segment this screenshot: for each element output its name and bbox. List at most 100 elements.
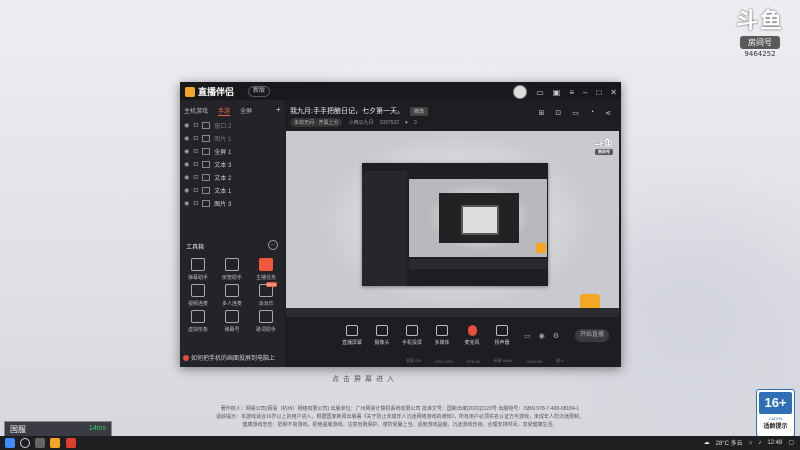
app-logo: 直播伴侣 [185,85,234,98]
tool-item[interactable]: 多人连麦 [217,284,247,307]
record-icon[interactable]: ▭ [524,332,531,340]
lock-icon[interactable]: ⊡ [193,200,198,207]
close-icon[interactable]: ✕ [610,87,617,98]
watermark-room-number: 9464252 [744,50,776,58]
eye-icon[interactable]: ◉ [539,332,545,340]
gift-box-icon[interactable]: ⊞ [539,109,545,117]
scene-item[interactable]: ◉ ⊡ 文本 2 [184,172,280,183]
menu-icon[interactable]: ≡ [569,87,574,98]
gift-icon[interactable]: ▣ [553,87,561,98]
notification-icon[interactable]: ▢ [788,439,794,446]
control-icon [376,325,388,336]
go-live-button[interactable]: 开始直播 [575,329,609,342]
tool-item[interactable]: 虚拟形象 [183,310,213,333]
lock-icon[interactable]: ⊡ [193,161,198,168]
tool-item[interactable]: NEW 派派乐 [251,282,281,307]
search-icon[interactable] [20,438,30,448]
scene-item[interactable]: ◉ ⊡ 文本 1 [184,185,280,196]
tool-label: 弹幕助手 [187,275,208,281]
tool-item[interactable]: 房管助手 [217,258,247,281]
eye-icon[interactable]: ◉ [184,122,189,129]
scene-item[interactable]: ◉ ⊡ 文本 3 [184,159,280,170]
control-button[interactable]: 直播屏幕 [340,325,364,346]
scene-item[interactable]: ◉ ⊡ 图片 3 [184,198,280,209]
clock[interactable]: 12:48 [767,440,782,446]
control-button[interactable]: 扬声器 [490,325,514,346]
tab-fullscreen[interactable]: 全屏 [240,106,252,116]
add-tab-button[interactable]: + [276,106,281,116]
tool-item[interactable]: 视频连麦 [183,284,213,307]
screen-icon[interactable]: ▭ [572,109,579,117]
lock-icon[interactable]: ⊡ [193,148,198,155]
message-icon[interactable]: ▭ [536,87,544,98]
lock-icon[interactable]: ⊡ [193,187,198,194]
tool-label: 虚拟形象 [187,327,208,333]
lock-icon[interactable]: ⊡ [193,135,198,142]
network-icon[interactable]: ⌂ [749,440,753,446]
live-companion-window: 直播伴侣 新版 ▭ ▣ ≡ – □ ✕ 主机游戏 手游 全屏 + ◉ ⊡ 窗口 2 ◉… [180,82,621,367]
windows-start-icon[interactable] [5,438,15,448]
version-badge[interactable]: 新版 [248,86,271,97]
eye-icon[interactable]: ◉ [184,135,189,142]
lock-icon[interactable]: ⊡ [193,174,198,181]
tool-label: 派派乐 [258,301,274,307]
tool-item[interactable]: 弹幕助手 [183,258,213,281]
click-hint[interactable]: 点击屏幕进入 [332,374,398,384]
scene-item[interactable]: ◉ ⊡ 全屏 1 [184,146,280,157]
share-icon[interactable]: ⋖ [605,109,611,117]
settings-icon[interactable]: ⚙ [553,332,559,340]
explorer-icon[interactable] [50,438,60,448]
avatar[interactable] [513,85,528,99]
scene-item[interactable]: ◉ ⊡ 窗口 2 [184,120,280,131]
task-view-icon[interactable] [35,438,45,448]
tab-mobile[interactable]: 手游 [218,106,231,116]
eye-icon[interactable]: ◉ [184,174,189,181]
douyu-app-icon[interactable] [66,438,76,448]
tool-item[interactable]: 主播任务 [251,258,281,281]
tool-item[interactable]: 弹幕号 [217,310,247,333]
age-rating-badge: 16+ CADPA 适龄提示 [756,389,795,437]
edit-title-button[interactable]: 修改 [409,107,428,116]
notice-icon [183,355,189,361]
more-tools-icon[interactable]: ⋯ [268,240,278,250]
control-button[interactable]: 麦克风 [460,325,484,346]
stream-preview[interactable]: 斗鱼 房间号 [286,131,619,317]
tab-console[interactable]: 主机游戏 [184,106,208,116]
status-bar: 丢帧 0% CPU 12% FPS 60 码率 0kb/s 00:00:00 帧 0 [286,356,619,366]
lock-icon[interactable]: ⊡ [555,109,561,117]
legal-line-3: 健康游戏忠告：抵制不良游戏，拒绝盗版游戏。注意自我保护，谨防受骗上当。适度游戏益… [242,422,558,428]
toolbox-title: 工具箱 [186,245,205,251]
bell-icon[interactable]: ◔ [590,109,594,117]
control-label: 手机投屏 [401,340,422,346]
watermark-brand: 斗鱼 [735,9,784,34]
status-item: CPU 12% [434,358,453,364]
control-button[interactable]: 摄像头 [370,325,394,346]
source-icon [202,122,211,129]
category-pill[interactable]: 永劫无间 · 开黑上分 [290,118,343,127]
nested-inner-preview [439,193,519,243]
control-button[interactable]: 手机投屏 [400,325,424,346]
logo-icon [185,87,195,97]
weather-text: 28°C 多云 [715,441,743,447]
ping-value: 14ms [88,425,106,432]
tool-item[interactable]: 歌词助手 [251,310,281,333]
volume-icon[interactable]: ♪ [758,440,761,446]
help-notice[interactable]: 如何把手机的画面投屏到电脑上 [183,353,275,362]
control-button[interactable]: 多媒体 [430,325,454,346]
maximize-icon[interactable]: □ [596,87,601,98]
source-icon [202,200,211,207]
tool-icon [259,310,273,323]
taskbar: ☁ 28°C 多云 ⌂ ♪ 12:48 ▢ [0,436,800,450]
scene-label: 全屏 1 [214,150,232,156]
stream-header-icons: ⊞ ⊡ ▭ ◔ ⋖ [539,109,611,117]
eye-icon[interactable]: ◉ [184,200,189,207]
minimize-icon[interactable]: – [583,87,587,98]
lock-icon[interactable]: ⊡ [193,122,198,129]
scene-item[interactable]: ◉ ⊡ 图片 1 [184,133,280,144]
eye-icon[interactable]: ◉ [184,148,189,155]
control-label: 麦克风 [464,340,480,346]
scene-label: 图片 1 [214,137,232,143]
eye-icon[interactable]: ◉ [184,187,189,194]
eye-icon[interactable]: ◉ [184,161,189,168]
nested-preview [409,179,547,257]
